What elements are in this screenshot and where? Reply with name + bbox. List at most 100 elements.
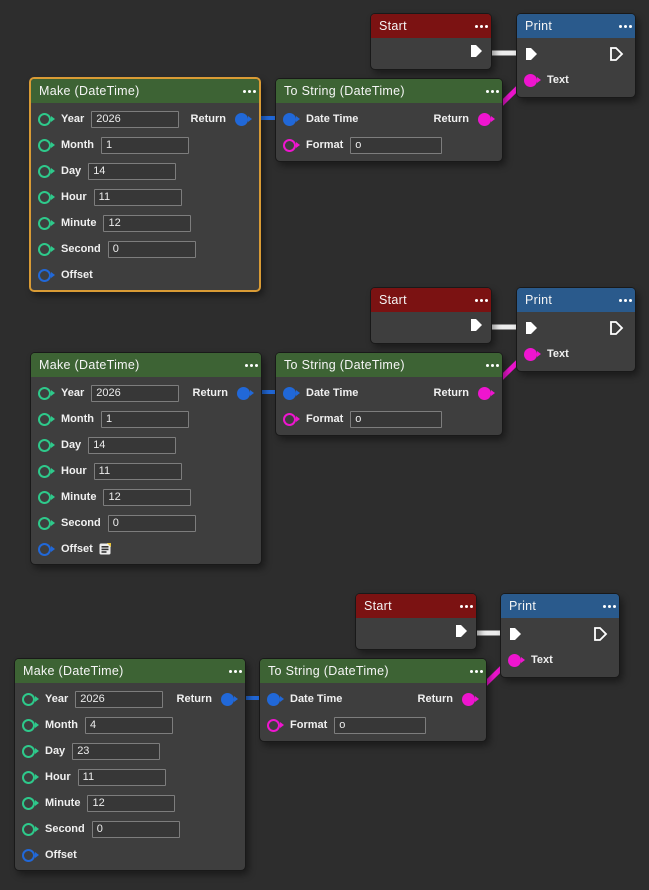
month-pin[interactable] bbox=[22, 719, 35, 732]
year-input[interactable] bbox=[91, 385, 179, 402]
month-pin[interactable] bbox=[38, 139, 51, 152]
hour-pin[interactable] bbox=[22, 771, 35, 784]
month-input[interactable] bbox=[101, 137, 189, 154]
minute-input[interactable] bbox=[103, 215, 191, 232]
return-pin[interactable] bbox=[235, 113, 248, 126]
exec-in-pin[interactable] bbox=[524, 46, 539, 62]
menu-icon[interactable] bbox=[624, 299, 627, 302]
day-input[interactable] bbox=[88, 437, 176, 454]
second-pin[interactable] bbox=[38, 517, 51, 530]
pin-label: Format bbox=[306, 413, 343, 425]
menu-icon[interactable] bbox=[465, 605, 468, 608]
minute-pin[interactable] bbox=[22, 797, 35, 810]
node-tostring-datetime[interactable]: To String (DateTime) Date Time Return Fo… bbox=[275, 352, 503, 436]
datetime-pin[interactable] bbox=[267, 693, 280, 706]
node-start[interactable]: Start bbox=[370, 13, 492, 70]
hour-input[interactable] bbox=[94, 463, 182, 480]
menu-icon[interactable] bbox=[480, 299, 483, 302]
return-pin[interactable] bbox=[462, 693, 475, 706]
text-input-pin[interactable] bbox=[508, 654, 521, 667]
day-input[interactable] bbox=[88, 163, 176, 180]
datetime-pin[interactable] bbox=[283, 387, 296, 400]
month-input[interactable] bbox=[85, 717, 173, 734]
format-input[interactable] bbox=[350, 411, 442, 428]
return-label: Return bbox=[434, 387, 469, 399]
exec-out-pin[interactable] bbox=[609, 320, 624, 336]
offset-pin[interactable] bbox=[22, 849, 35, 862]
datetime-pin[interactable] bbox=[283, 113, 296, 126]
format-pin[interactable] bbox=[283, 139, 296, 152]
month-input[interactable] bbox=[101, 411, 189, 428]
hour-pin[interactable] bbox=[38, 191, 51, 204]
year-pin[interactable] bbox=[38, 113, 51, 126]
node-make-datetime[interactable]: Make (DateTime) Year Return Month Day bbox=[30, 352, 262, 565]
text-input-pin[interactable] bbox=[524, 348, 537, 361]
note-icon[interactable] bbox=[99, 543, 111, 555]
text-input-pin[interactable] bbox=[524, 74, 537, 87]
second-pin[interactable] bbox=[38, 243, 51, 256]
node-start[interactable]: Start bbox=[355, 593, 477, 650]
menu-icon[interactable] bbox=[248, 90, 251, 93]
format-input[interactable] bbox=[350, 137, 442, 154]
menu-icon[interactable] bbox=[234, 670, 237, 673]
format-input[interactable] bbox=[334, 717, 426, 734]
exec-out-pin[interactable] bbox=[593, 626, 608, 642]
minute-input[interactable] bbox=[87, 795, 175, 812]
year-pin[interactable] bbox=[38, 387, 51, 400]
day-input[interactable] bbox=[72, 743, 160, 760]
month-pin[interactable] bbox=[38, 413, 51, 426]
format-pin[interactable] bbox=[267, 719, 280, 732]
year-input[interactable] bbox=[75, 691, 163, 708]
menu-icon[interactable] bbox=[250, 364, 253, 367]
node-make-datetime[interactable]: Make (DateTime) Year Return Month Day bbox=[14, 658, 246, 871]
menu-icon[interactable] bbox=[624, 25, 627, 28]
node-start[interactable]: Start bbox=[370, 287, 492, 344]
exec-out-pin[interactable] bbox=[454, 623, 469, 639]
day-pin[interactable] bbox=[38, 165, 51, 178]
node-print[interactable]: Print Text bbox=[500, 593, 620, 678]
exec-out-pin[interactable] bbox=[469, 317, 484, 333]
node-title: Make (DateTime) bbox=[39, 358, 140, 372]
menu-icon[interactable] bbox=[608, 605, 611, 608]
node-print[interactable]: Print Text bbox=[516, 13, 636, 98]
return-label: Return bbox=[434, 113, 469, 125]
minute-input[interactable] bbox=[103, 489, 191, 506]
hour-input[interactable] bbox=[94, 189, 182, 206]
hour-pin[interactable] bbox=[38, 465, 51, 478]
pin-label: Second bbox=[45, 823, 85, 835]
menu-icon[interactable] bbox=[480, 25, 483, 28]
second-input[interactable] bbox=[108, 241, 196, 258]
format-pin[interactable] bbox=[283, 413, 296, 426]
menu-icon[interactable] bbox=[491, 364, 494, 367]
day-pin[interactable] bbox=[38, 439, 51, 452]
year-input[interactable] bbox=[91, 111, 179, 128]
exec-out-pin[interactable] bbox=[469, 43, 484, 59]
node-tostring-datetime[interactable]: To String (DateTime) Date Time Return Fo… bbox=[275, 78, 503, 162]
return-pin[interactable] bbox=[478, 113, 491, 126]
node-graph-canvas[interactable]: Start Print Text Make (DateTime) bbox=[0, 0, 649, 890]
node-tostring-datetime[interactable]: To String (DateTime) Date Time Return Fo… bbox=[259, 658, 487, 742]
day-pin[interactable] bbox=[22, 745, 35, 758]
return-pin[interactable] bbox=[221, 693, 234, 706]
exec-out-pin[interactable] bbox=[609, 46, 624, 62]
node-make-datetime[interactable]: Make (DateTime) Year Return Month Day bbox=[29, 77, 261, 292]
minute-pin[interactable] bbox=[38, 217, 51, 230]
offset-pin[interactable] bbox=[38, 543, 51, 556]
minute-pin[interactable] bbox=[38, 491, 51, 504]
offset-pin[interactable] bbox=[38, 269, 51, 282]
second-input[interactable] bbox=[108, 515, 196, 532]
menu-icon[interactable] bbox=[491, 90, 494, 93]
pin-label: Offset bbox=[61, 543, 93, 555]
year-pin[interactable] bbox=[22, 693, 35, 706]
pin-label: Date Time bbox=[306, 113, 358, 125]
second-pin[interactable] bbox=[22, 823, 35, 836]
hour-input[interactable] bbox=[78, 769, 166, 786]
second-input[interactable] bbox=[92, 821, 180, 838]
pin-label: Day bbox=[45, 745, 65, 757]
return-pin[interactable] bbox=[478, 387, 491, 400]
exec-in-pin[interactable] bbox=[524, 320, 539, 336]
exec-in-pin[interactable] bbox=[508, 626, 523, 642]
menu-icon[interactable] bbox=[475, 670, 478, 673]
node-print[interactable]: Print Text bbox=[516, 287, 636, 372]
return-pin[interactable] bbox=[237, 387, 250, 400]
